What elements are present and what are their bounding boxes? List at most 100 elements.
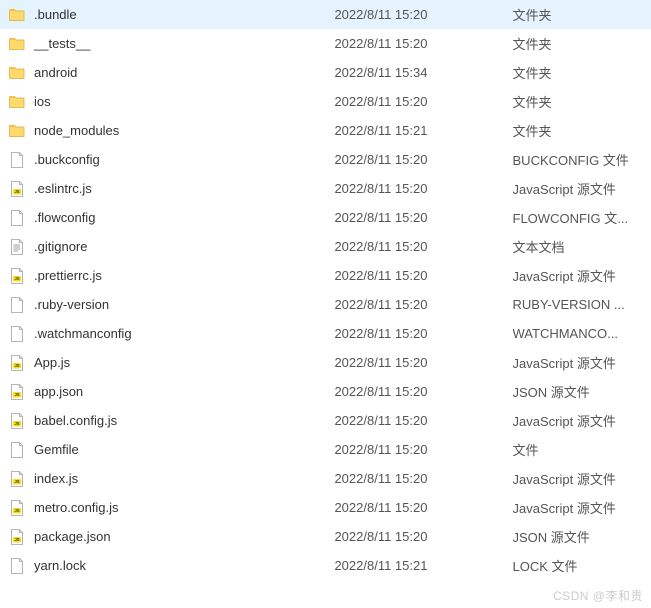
file-row[interactable]: .watchmanconfig2022/8/11 15:20WATCHMANCO… [0, 319, 651, 348]
file-row[interactable]: .ruby-version2022/8/11 15:20RUBY-VERSION… [0, 290, 651, 319]
file-date-cell: 2022/8/11 15:20 [334, 239, 512, 254]
file-name-cell: ios [8, 93, 334, 111]
file-list: .bundle2022/8/11 15:20文件夹__tests__2022/8… [0, 0, 651, 580]
file-name-cell: JS.eslintrc.js [8, 180, 334, 198]
file-icon [8, 296, 26, 314]
file-icon [8, 151, 26, 169]
svg-text:JS: JS [14, 392, 19, 397]
file-name-cell: JS app.json [8, 383, 334, 401]
svg-text:JS: JS [14, 537, 19, 542]
file-name-cell: Gemfile [8, 441, 334, 459]
file-icon [8, 441, 26, 459]
file-type-cell: JavaScript 源文件 [513, 179, 651, 198]
file-name-cell: JS index.js [8, 470, 334, 488]
file-type-cell: JavaScript 源文件 [513, 469, 651, 488]
svg-text:JS: JS [14, 363, 19, 368]
file-date-cell: 2022/8/11 15:20 [334, 297, 512, 312]
file-name-label: yarn.lock [34, 558, 86, 573]
file-name-label: __tests__ [34, 36, 90, 51]
file-type-cell: 文件夹 [513, 5, 651, 24]
file-name-label: index.js [34, 471, 78, 486]
file-name-label: app.json [34, 384, 83, 399]
file-type-cell: 文本文档 [513, 237, 651, 256]
file-row[interactable]: JS.eslintrc.js2022/8/11 15:20JavaScript … [0, 174, 651, 203]
file-type-cell: 文件 [513, 440, 651, 459]
file-date-cell: 2022/8/11 15:20 [334, 152, 512, 167]
file-type-cell: JavaScript 源文件 [513, 266, 651, 285]
file-type-cell: 文件夹 [513, 34, 651, 53]
file-date-cell: 2022/8/11 15:20 [334, 500, 512, 515]
file-name-cell: .buckconfig [8, 151, 334, 169]
file-row[interactable]: JSpackage.json2022/8/11 15:20JSON 源文件 [0, 522, 651, 551]
file-type-cell: JavaScript 源文件 [513, 353, 651, 372]
file-name-cell: JS babel.config.js [8, 412, 334, 430]
file-name-label: .gitignore [34, 239, 87, 254]
js-icon: JS [8, 180, 26, 198]
file-icon [8, 557, 26, 575]
svg-text:JS: JS [14, 479, 19, 484]
folder-icon [8, 93, 26, 111]
json-icon: JS [8, 528, 26, 546]
file-row[interactable]: android 2022/8/11 15:34文件夹 [0, 58, 651, 87]
file-row[interactable]: JS.prettierrc.js2022/8/11 15:20JavaScrip… [0, 261, 651, 290]
file-type-cell: JavaScript 源文件 [513, 498, 651, 517]
file-date-cell: 2022/8/11 15:20 [334, 36, 512, 51]
file-type-cell: JSON 源文件 [513, 382, 651, 401]
file-name-label: babel.config.js [34, 413, 117, 428]
file-date-cell: 2022/8/11 15:20 [334, 94, 512, 109]
file-date-cell: 2022/8/11 15:21 [334, 123, 512, 138]
file-date-cell: 2022/8/11 15:20 [334, 471, 512, 486]
file-name-label: metro.config.js [34, 500, 119, 515]
file-row[interactable]: node_modules 2022/8/11 15:21文件夹 [0, 116, 651, 145]
file-type-cell: FLOWCONFIG 文... [513, 208, 651, 227]
js-icon: JS [8, 354, 26, 372]
file-row[interactable]: .gitignore 2022/8/11 15:20文本文档 [0, 232, 651, 261]
file-name-cell: node_modules [8, 122, 334, 140]
file-name-label: android [34, 65, 77, 80]
js-icon: JS [8, 412, 26, 430]
file-name-cell: .bundle [8, 6, 334, 24]
file-type-cell: BUCKCONFIG 文件 [513, 150, 651, 169]
file-name-label: node_modules [34, 123, 119, 138]
file-row[interactable]: JS index.js 2022/8/11 15:20JavaScript 源文件 [0, 464, 651, 493]
svg-text:JS: JS [14, 508, 19, 513]
file-row[interactable]: Gemfile2022/8/11 15:20文件 [0, 435, 651, 464]
file-date-cell: 2022/8/11 15:34 [334, 65, 512, 80]
file-row[interactable]: .bundle2022/8/11 15:20文件夹 [0, 0, 651, 29]
file-date-cell: 2022/8/11 15:20 [334, 442, 512, 457]
file-type-cell: WATCHMANCO... [513, 326, 651, 341]
file-type-cell: JavaScript 源文件 [513, 411, 651, 430]
text-icon [8, 238, 26, 256]
file-row[interactable]: JS app.json 2022/8/11 15:20JSON 源文件 [0, 377, 651, 406]
file-name-cell: JS .prettierrc.js [8, 267, 334, 285]
file-name-label: .prettierrc.js [34, 268, 102, 283]
file-name-cell: .watchmanconfig [8, 325, 334, 343]
file-row[interactable]: __tests__ 2022/8/11 15:20文件夹 [0, 29, 651, 58]
file-row[interactable]: JSbabel.config.js2022/8/11 15:20JavaScri… [0, 406, 651, 435]
file-date-cell: 2022/8/11 15:20 [334, 384, 512, 399]
file-name-label: .watchmanconfig [34, 326, 132, 341]
file-name-cell: .ruby-version [8, 296, 334, 314]
file-type-cell: 文件夹 [513, 63, 651, 82]
file-row[interactable]: .buckconfig2022/8/11 15:20BUCKCONFIG 文件 [0, 145, 651, 174]
file-row[interactable]: yarn.lock2022/8/11 15:21LOCK 文件 [0, 551, 651, 580]
folder-icon [8, 6, 26, 24]
file-name-label: .bundle [34, 7, 77, 22]
js-icon: JS [8, 267, 26, 285]
file-name-label: package.json [34, 529, 111, 544]
file-name-label: .ruby-version [34, 297, 109, 312]
file-icon [8, 209, 26, 227]
file-row[interactable]: JS metro.config.js 2022/8/11 15:20JavaScri… [0, 493, 651, 522]
file-date-cell: 2022/8/11 15:20 [334, 355, 512, 370]
file-name-label: ios [34, 94, 51, 109]
folder-icon [8, 122, 26, 140]
file-row[interactable]: .flowconfig2022/8/11 15:20FLOWCONFIG 文..… [0, 203, 651, 232]
file-type-cell: JSON 源文件 [513, 527, 651, 546]
file-name-label: App.js [34, 355, 70, 370]
file-row[interactable]: JS App.js 2022/8/11 15:20JavaScript 源文件 [0, 348, 651, 377]
svg-text:JS: JS [14, 276, 19, 281]
file-type-cell: 文件夹 [513, 121, 651, 140]
folder-icon [8, 35, 26, 53]
file-icon [8, 325, 26, 343]
file-row[interactable]: ios2022/8/11 15:20文件夹 [0, 87, 651, 116]
